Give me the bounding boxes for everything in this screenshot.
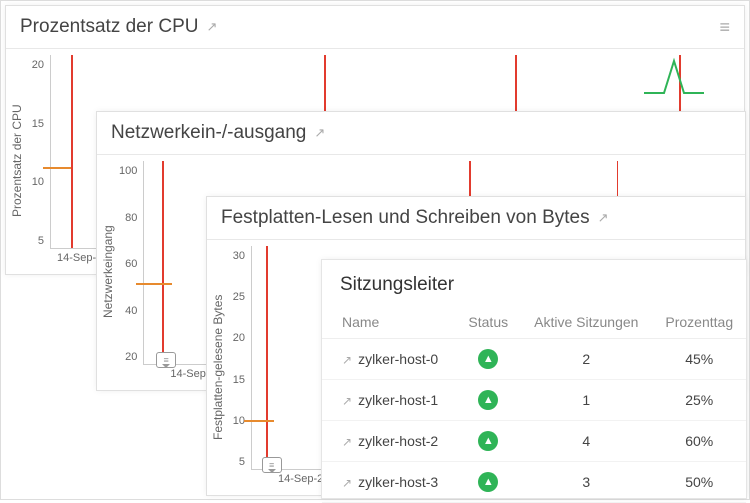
host-name: zylker-host-0 [358,351,438,367]
external-link-icon[interactable]: ↗ [598,210,609,226]
ytick: 15 [233,374,245,386]
panel-network-ylabel: Netzwerkeingang [101,161,115,383]
status-up-icon: ▲ [478,431,498,451]
col-name: Name [322,306,456,339]
ytick: 5 [239,456,245,468]
col-percent: Prozenttag [653,306,746,339]
ytick: 60 [125,258,137,270]
hamburger-icon[interactable]: ≡ [719,17,730,38]
col-status: Status [456,306,520,339]
active-count: 4 [520,421,652,462]
panel-sessions: Sitzungsleiter Name Status Aktive Sitzun… [321,259,747,499]
panel-cpu-ylabel: Prozentsatz der CPU [10,55,24,267]
percent-value: 25% [653,380,746,421]
status-up-icon: ▲ [478,390,498,410]
ytick: 20 [32,59,44,71]
panel-network-header: Netzwerkein-/-ausgang ↗ [97,112,745,155]
panel-disk-ylabel: Festplatten-gelesene Bytes [211,246,225,488]
ytick: 10 [32,176,44,188]
panel-network-title: Netzwerkein-/-ausgang [111,122,306,144]
percent-value: 45% [653,339,746,380]
table-row[interactable]: ↗ zylker-host-1 ▲ 1 25% [322,380,746,421]
chart-red-marker [71,55,73,248]
external-link-icon[interactable]: ↗ [342,394,352,408]
host-name: zylker-host-3 [358,474,438,490]
ytick: 5 [38,235,44,247]
status-up-icon: ▲ [478,472,498,492]
chart-green-peak [644,57,704,95]
annotation-icon[interactable]: ≡ [156,352,176,368]
table-header-row: Name Status Aktive Sitzungen Prozenttag [322,306,746,339]
external-link-icon[interactable]: ↗ [314,125,325,141]
ytick: 20 [233,332,245,344]
ytick: 100 [119,165,137,177]
percent-value: 50% [653,462,746,503]
ytick: 40 [125,305,137,317]
table-row[interactable]: ↗ zylker-host-3 ▲ 3 50% [322,462,746,503]
panel-disk-yaxis: 30 25 20 15 10 5 [225,246,251,488]
ytick: 25 [233,291,245,303]
host-name: zylker-host-1 [358,392,438,408]
chart-red-marker [266,246,268,469]
external-link-icon[interactable]: ↗ [342,476,352,490]
chart-orange-line [244,420,274,422]
ytick: 80 [125,212,137,224]
ytick: 20 [125,351,137,363]
sessions-table: Name Status Aktive Sitzungen Prozenttag … [322,306,746,503]
panel-cpu-yaxis: 20 15 10 5 [24,55,50,267]
annotation-icon[interactable]: ≡ [262,457,282,473]
chart-red-marker [162,161,164,364]
percent-value: 60% [653,421,746,462]
external-link-icon[interactable]: ↗ [206,19,217,35]
chart-orange-line [136,283,172,285]
external-link-icon[interactable]: ↗ [342,435,352,449]
panel-cpu-title: Prozentsatz der CPU [20,16,198,38]
panel-disk-title: Festplatten-Lesen und Schreiben von Byte… [221,207,590,229]
table-row[interactable]: ↗ zylker-host-2 ▲ 4 60% [322,421,746,462]
sessions-title: Sitzungsleiter [322,260,746,306]
chart-orange-line [43,167,73,169]
table-row[interactable]: ↗ zylker-host-0 ▲ 2 45% [322,339,746,380]
host-name: zylker-host-2 [358,433,438,449]
panel-network-yaxis: 100 80 60 40 20 [115,161,143,383]
col-active: Aktive Sitzungen [520,306,652,339]
panel-disk-header: Festplatten-Lesen und Schreiben von Byte… [207,197,745,240]
active-count: 2 [520,339,652,380]
ytick: 30 [233,250,245,262]
status-up-icon: ▲ [478,349,498,369]
ytick: 15 [32,118,44,130]
active-count: 1 [520,380,652,421]
panel-cpu-xlabel: 14-Sep- [57,252,96,264]
panel-cpu-header: Prozentsatz der CPU ↗ ≡ [6,6,744,49]
active-count: 3 [520,462,652,503]
external-link-icon[interactable]: ↗ [342,353,352,367]
